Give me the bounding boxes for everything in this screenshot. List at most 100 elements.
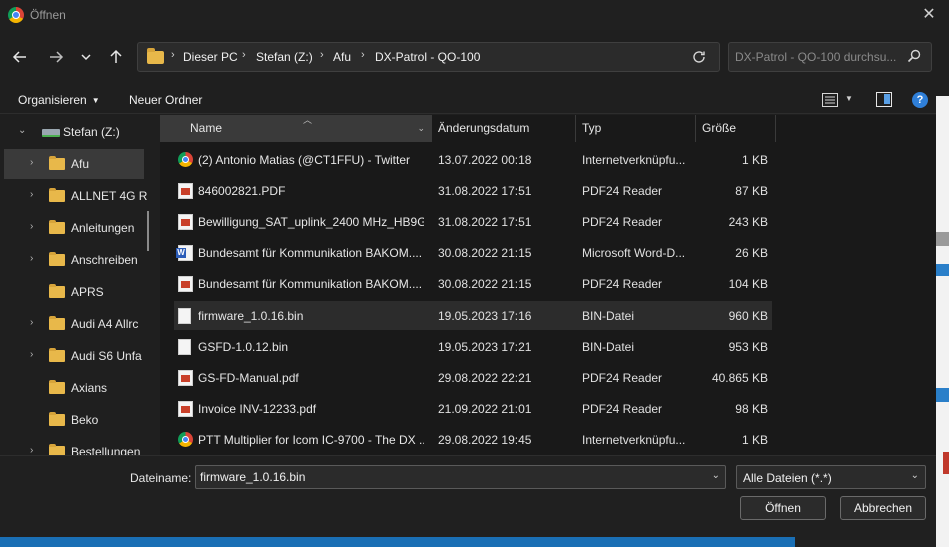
close-button[interactable]: ✕	[917, 4, 941, 26]
search-box[interactable]	[728, 42, 932, 72]
folder-icon	[49, 316, 65, 330]
folder-icon	[49, 348, 65, 362]
chevron-down-icon[interactable]: ⌄	[18, 125, 26, 136]
organize-button[interactable]: Organisieren ▼	[18, 93, 100, 107]
chevron-right-icon[interactable]: ›	[30, 253, 33, 264]
table-row[interactable]: Invoice INV-12233.pdf 21.09.2022 21:01 P…	[174, 394, 772, 423]
column-header-label: Name	[190, 121, 223, 135]
chevron-right-icon[interactable]: ›	[30, 157, 33, 168]
dialog-footer: Dateiname: ⌄ Alle Dateien (*.*) ⌄ Öffnen…	[0, 455, 949, 547]
cancel-button[interactable]: Abbrechen	[840, 496, 926, 520]
window-title: Öffnen	[30, 8, 66, 22]
breadcrumb-separator[interactable]: ›	[320, 49, 324, 61]
sidebar-item-label: APRS	[71, 285, 104, 299]
chevron-down-icon[interactable]: ⌄	[911, 470, 919, 481]
sidebar-item-allnet[interactable]: › ALLNET 4G R	[4, 181, 147, 211]
folder-icon	[147, 48, 164, 64]
sidebar-item-axians[interactable]: Axians	[4, 373, 144, 403]
folder-icon	[49, 220, 65, 234]
sidebar-item-label: Bestellungen	[71, 445, 141, 455]
table-row[interactable]: firmware_1.0.16.bin 19.05.2023 17:16 BIN…	[174, 301, 772, 330]
file-name: Bundesamt für Kommunikation BAKOM....	[198, 246, 423, 260]
chevron-right-icon[interactable]: ›	[30, 445, 33, 455]
breadcrumb-separator[interactable]: ›	[171, 49, 175, 61]
file-type: PDF24 Reader	[582, 277, 663, 291]
recent-locations-button[interactable]	[74, 43, 98, 71]
table-row[interactable]: PTT Multiplier for Icom IC-9700 - The DX…	[174, 425, 772, 454]
table-row[interactable]: Bundesamt für Kommunikation BAKOM.... 30…	[174, 269, 772, 298]
table-row[interactable]: GS-FD-Manual.pdf 29.08.2022 22:21 PDF24 …	[174, 363, 772, 392]
filename-combobox[interactable]: ⌄	[195, 465, 726, 489]
preview-pane-button[interactable]	[876, 92, 892, 107]
chevron-right-icon[interactable]: ›	[30, 221, 33, 232]
file-list[interactable]: Name ︿ ⌄ Änderungsdatum Typ Größe (2) An…	[160, 115, 949, 455]
chevron-down-icon: ▼	[91, 96, 100, 105]
open-button[interactable]: Öffnen	[740, 496, 826, 520]
view-options-chevron-icon[interactable]: ▼	[845, 94, 853, 103]
file-size: 1 KB	[741, 433, 768, 447]
sidebar-item-label: Anschreiben	[71, 253, 138, 267]
breadcrumb-separator[interactable]: ›	[361, 49, 365, 61]
breadcrumb-separator[interactable]: ›	[242, 49, 246, 61]
sidebar-item-label: Anleitungen	[71, 221, 135, 235]
back-button[interactable]	[8, 43, 32, 71]
file-name: Bewilligung_SAT_uplink_2400 MHz_HB9G...	[198, 215, 424, 229]
column-header-type[interactable]: Typ	[576, 115, 696, 142]
file-name: Bundesamt für Kommunikation BAKOM....	[198, 277, 423, 291]
breadcrumb-current-folder[interactable]: DX-Patrol - QO-100	[375, 50, 480, 64]
chevron-right-icon[interactable]: ›	[30, 317, 33, 328]
background-link-mark	[936, 264, 949, 276]
view-options-icon[interactable]	[822, 93, 838, 107]
search-input[interactable]	[735, 48, 903, 66]
filetype-value: Alle Dateien (*.*)	[743, 471, 832, 485]
up-button[interactable]	[104, 43, 128, 71]
sidebar-item-afu[interactable]: › Afu	[4, 149, 144, 179]
sidebar-item-aprs[interactable]: APRS	[4, 277, 144, 307]
sidebar-item-anleitungen[interactable]: › Anleitungen	[4, 213, 144, 243]
table-row[interactable]: Bewilligung_SAT_uplink_2400 MHz_HB9G... …	[174, 207, 772, 236]
sidebar-item-audi-s6[interactable]: › Audi S6 Unfa	[4, 341, 144, 371]
file-date: 30.08.2022 21:15	[438, 277, 532, 291]
sidebar-item-audi-a4[interactable]: › Audi A4 Allrc	[4, 309, 144, 339]
file-type: PDF24 Reader	[582, 184, 663, 198]
file-name: 846002821.PDF	[198, 184, 286, 198]
forward-button[interactable]	[44, 43, 68, 71]
folder-icon	[49, 188, 65, 202]
search-icon	[907, 49, 921, 63]
refresh-button[interactable]	[689, 47, 709, 67]
table-row[interactable]: Bundesamt für Kommunikation BAKOM.... 30…	[174, 238, 772, 267]
column-header-name[interactable]: Name ︿ ⌄	[160, 115, 432, 142]
breadcrumb-afu[interactable]: Afu	[333, 50, 351, 64]
breadcrumb-this-pc[interactable]: Dieser PC	[183, 50, 238, 64]
sidebar-item-anschreiben[interactable]: › Anschreiben	[4, 245, 144, 275]
file-size: 104 KB	[728, 277, 768, 291]
sidebar-item-beko[interactable]: Beko	[4, 405, 144, 435]
chevron-down-icon[interactable]: ⌄	[417, 115, 425, 142]
table-row[interactable]: GSFD-1.0.12.bin 19.05.2023 17:21 BIN-Dat…	[174, 332, 772, 361]
column-header-date[interactable]: Änderungsdatum	[432, 115, 576, 142]
help-button[interactable]: ?	[912, 92, 928, 108]
sidebar-item-label: Afu	[71, 157, 90, 171]
file-size: 98 KB	[735, 402, 768, 416]
chevron-right-icon[interactable]: ›	[30, 349, 33, 360]
filetype-select[interactable]: Alle Dateien (*.*) ⌄	[736, 465, 926, 489]
column-header-size[interactable]: Größe	[696, 115, 776, 142]
file-type: Internetverknüpfu...	[582, 153, 686, 167]
arrow-right-icon	[50, 51, 64, 63]
file-date: 31.08.2022 17:51	[438, 184, 532, 198]
file-name: GSFD-1.0.12.bin	[198, 340, 289, 354]
sidebar-scrollbar[interactable]	[147, 211, 149, 251]
folder-icon	[49, 380, 65, 394]
table-row[interactable]: 846002821.PDF 31.08.2022 17:51 PDF24 Rea…	[174, 176, 772, 205]
navigation-pane[interactable]: ⌄ Stefan (Z:) › Afu › ALLNET 4G R › Anle…	[0, 115, 158, 455]
table-row[interactable]: (2) Antonio Matias (@CT1FFU) - Twitter 1…	[174, 145, 772, 174]
chevron-down-icon[interactable]: ⌄	[712, 470, 720, 481]
breadcrumb-drive[interactable]: Stefan (Z:)	[256, 50, 313, 64]
sidebar-item-bestellungen[interactable]: › Bestellungen	[4, 437, 144, 455]
address-bar[interactable]: › Dieser PC › Stefan (Z:) › Afu › DX-Pat…	[137, 42, 720, 72]
sidebar-item-drive[interactable]: ⌄ Stefan (Z:)	[4, 117, 144, 147]
filename-input[interactable]	[200, 469, 700, 485]
file-type: Internetverknüpfu...	[582, 433, 686, 447]
new-folder-button[interactable]: Neuer Ordner	[129, 93, 202, 107]
chevron-right-icon[interactable]: ›	[30, 189, 33, 200]
